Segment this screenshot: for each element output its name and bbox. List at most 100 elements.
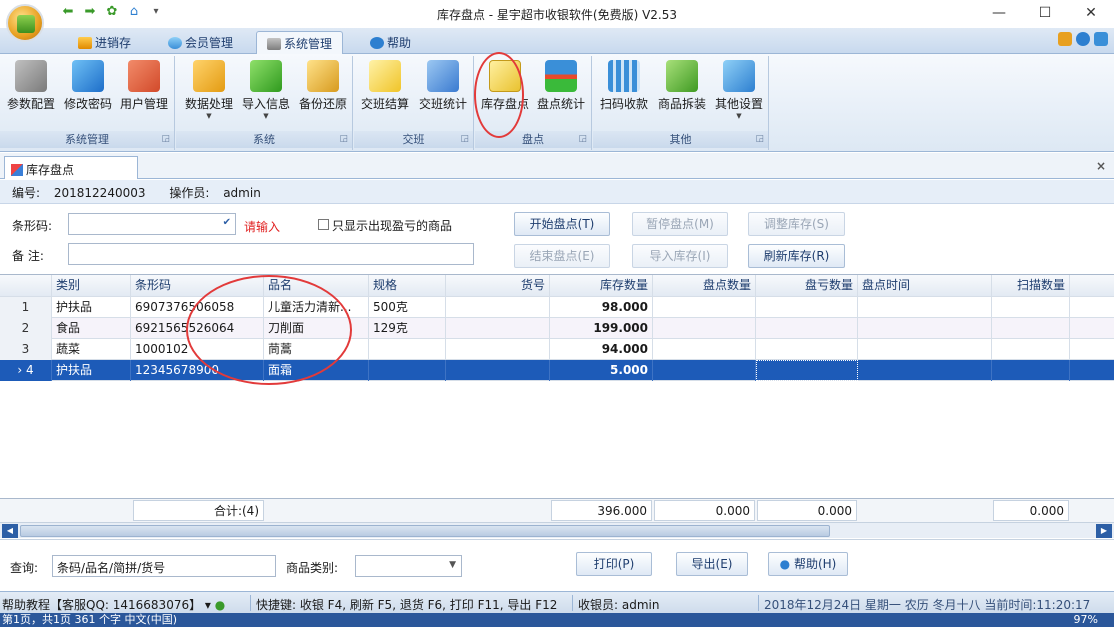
cell-stock[interactable]: 199.000 bbox=[550, 318, 653, 339]
refresh-stock-button[interactable]: 刷新库存(R) bbox=[748, 244, 845, 268]
cell-count[interactable] bbox=[653, 297, 756, 318]
cell-stock[interactable]: 94.000 bbox=[550, 339, 653, 360]
cell-count[interactable] bbox=[653, 360, 756, 381]
col-header-category[interactable]: 类别 bbox=[52, 275, 131, 297]
cell-code[interactable] bbox=[446, 360, 550, 381]
cell-stock[interactable]: 5.000 bbox=[550, 360, 653, 381]
cell-code[interactable] bbox=[446, 297, 550, 318]
cell-time[interactable] bbox=[858, 297, 992, 318]
cell-count[interactable] bbox=[653, 318, 756, 339]
total-loss: 0.000 bbox=[757, 500, 857, 521]
minimize-button[interactable]: — bbox=[976, 0, 1022, 28]
total-stock: 396.000 bbox=[551, 500, 652, 521]
table-row[interactable]: 3 蔬菜 1000102 茼蒿 94.000 bbox=[0, 339, 1114, 360]
stocktake-stats-button[interactable]: 盘点统计 bbox=[533, 58, 589, 130]
remark-input[interactable] bbox=[68, 243, 474, 265]
col-header-time[interactable]: 盘点时间 bbox=[858, 275, 992, 297]
help-button[interactable]: ● 帮助(H) bbox=[768, 552, 848, 576]
col-header-loss[interactable]: 盘亏数量 bbox=[756, 275, 858, 297]
cart-icon[interactable] bbox=[1058, 32, 1072, 46]
dialog-launcher-icon[interactable]: ◲ bbox=[339, 131, 348, 148]
only-loss-checkbox[interactable] bbox=[318, 219, 329, 230]
cell-spec[interactable]: 500克 bbox=[369, 297, 446, 318]
app-menu-button[interactable] bbox=[6, 4, 44, 42]
cell-spec[interactable] bbox=[369, 339, 446, 360]
export-button[interactable]: 导出(E) bbox=[676, 552, 748, 576]
dialog-launcher-icon[interactable]: ◲ bbox=[578, 131, 587, 148]
table-row[interactable]: 1 护扶品 6907376506058 儿童活力清新... 500克 98.00… bbox=[0, 297, 1114, 318]
cell-loss[interactable] bbox=[756, 339, 858, 360]
barcode-hint: 请输入 bbox=[244, 220, 281, 234]
scroll-thumb[interactable] bbox=[20, 525, 830, 537]
pause-stocktake-button[interactable]: 暂停盘点(M) bbox=[632, 212, 728, 236]
change-password-button[interactable]: 修改密码 bbox=[60, 58, 116, 130]
cell-code[interactable] bbox=[446, 339, 550, 360]
user-manage-button[interactable]: 用户管理 bbox=[116, 58, 172, 130]
cell-category[interactable]: 食品 bbox=[52, 318, 131, 339]
dialog-launcher-icon[interactable]: ◲ bbox=[460, 131, 469, 148]
scan-pay-button[interactable]: 扫码收款 bbox=[595, 58, 653, 130]
other-settings-button[interactable]: 其他设置 ▼ bbox=[711, 58, 767, 130]
chevron-down-icon: ▼ bbox=[206, 112, 212, 120]
tab-help[interactable]: 帮助 bbox=[360, 31, 421, 54]
col-header-stock[interactable]: 库存数量 bbox=[550, 275, 653, 297]
cell-code[interactable] bbox=[446, 318, 550, 339]
key-icon bbox=[72, 60, 104, 92]
col-header-spec[interactable]: 规格 bbox=[369, 275, 446, 297]
shift-stats-button[interactable]: 交班统计 bbox=[414, 58, 472, 130]
cell-loss[interactable] bbox=[756, 297, 858, 318]
cell-time[interactable] bbox=[858, 318, 992, 339]
close-icon[interactable]: × bbox=[1096, 159, 1106, 173]
col-header-code[interactable]: 货号 bbox=[446, 275, 550, 297]
cell-spec[interactable]: 129克 bbox=[369, 318, 446, 339]
col-header-count[interactable]: 盘点数量 bbox=[653, 275, 756, 297]
skin-icon[interactable] bbox=[1094, 32, 1108, 46]
table-row-selected[interactable]: › 4 护扶品 12345678900 面霜 5.000 bbox=[0, 360, 1114, 381]
cell-scan[interactable] bbox=[992, 318, 1070, 339]
total-count: 0.000 bbox=[654, 500, 755, 521]
product-split-button[interactable]: 商品拆装 bbox=[653, 58, 711, 130]
cell-time[interactable] bbox=[858, 339, 992, 360]
cell-loss[interactable] bbox=[756, 318, 858, 339]
table-row[interactable]: 2 食品 6921565526064 刀削面 129克 199.000 bbox=[0, 318, 1114, 339]
param-config-button[interactable]: 参数配置 bbox=[2, 58, 60, 130]
cell-count[interactable] bbox=[653, 339, 756, 360]
annotation-circle bbox=[474, 52, 524, 138]
start-stocktake-button[interactable]: 开始盘点(T) bbox=[514, 212, 610, 236]
cell-scan[interactable] bbox=[992, 360, 1070, 381]
adjust-stock-button[interactable]: 调整库存(S) bbox=[748, 212, 845, 236]
tab-inventory[interactable]: 进销存 bbox=[68, 31, 141, 54]
cell-spec[interactable] bbox=[369, 360, 446, 381]
col-header-scan[interactable]: 扫描数量 bbox=[992, 275, 1070, 297]
cell-time[interactable] bbox=[858, 360, 992, 381]
cell-category[interactable]: 护扶品 bbox=[52, 360, 131, 381]
import-stock-button[interactable]: 导入库存(I) bbox=[632, 244, 728, 268]
dialog-launcher-icon[interactable]: ◲ bbox=[161, 131, 170, 148]
end-stocktake-button[interactable]: 结束盘点(E) bbox=[514, 244, 610, 268]
maximize-button[interactable]: ☐ bbox=[1022, 0, 1068, 28]
horizontal-scrollbar[interactable]: ◀ ▶ bbox=[0, 522, 1114, 538]
scroll-right-icon[interactable]: ▶ bbox=[1096, 524, 1112, 538]
doc-tab-stocktake[interactable]: 库存盘点 bbox=[4, 156, 138, 179]
scroll-left-icon[interactable]: ◀ bbox=[2, 524, 18, 538]
cell-stock[interactable]: 98.000 bbox=[550, 297, 653, 318]
tab-member[interactable]: 会员管理 bbox=[158, 31, 243, 54]
close-button[interactable]: ✕ bbox=[1068, 0, 1114, 28]
cell-category[interactable]: 蔬菜 bbox=[52, 339, 131, 360]
help-tutorial-link[interactable]: 帮助教程【客服QQ: 1416683076】 ▾ ● bbox=[2, 596, 225, 613]
backup-restore-button[interactable]: 备份还原 bbox=[294, 58, 352, 130]
dialog-launcher-icon[interactable]: ◲ bbox=[755, 131, 764, 148]
category-select[interactable]: ▼ bbox=[355, 555, 462, 577]
query-input[interactable]: 条码/品名/简拼/货号 bbox=[52, 555, 276, 577]
tab-system[interactable]: 系统管理 bbox=[256, 31, 344, 54]
cell-scan[interactable] bbox=[992, 297, 1070, 318]
barcode-input[interactable]: ✔ bbox=[68, 213, 236, 235]
help-icon[interactable] bbox=[1076, 32, 1090, 46]
cell-scan[interactable] bbox=[992, 339, 1070, 360]
import-info-button[interactable]: 导入信息 ▼ bbox=[238, 58, 294, 130]
print-button[interactable]: 打印(P) bbox=[576, 552, 652, 576]
cell-category[interactable]: 护扶品 bbox=[52, 297, 131, 318]
cell-loss[interactable] bbox=[756, 360, 858, 381]
shift-settle-button[interactable]: 交班结算 bbox=[356, 58, 414, 130]
data-process-button[interactable]: 数据处理 ▼ bbox=[180, 58, 238, 130]
